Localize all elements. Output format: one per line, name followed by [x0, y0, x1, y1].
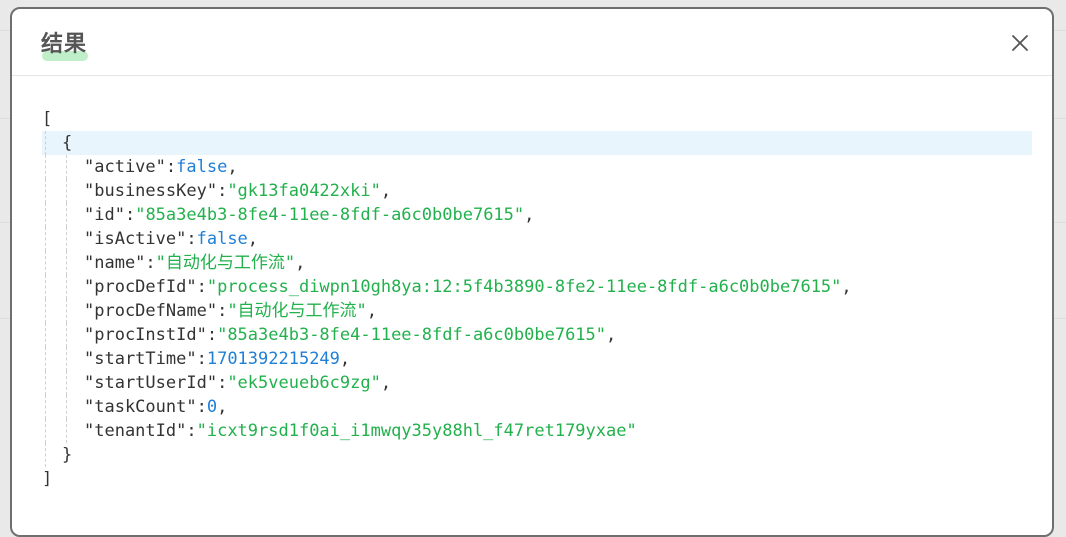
close-button[interactable]: [1008, 31, 1032, 55]
json-key: "procDefId": [84, 277, 197, 297]
json-colon: :: [124, 205, 136, 225]
json-key: "taskCount": [84, 397, 197, 417]
json-key: "procInstId": [84, 325, 207, 345]
json-value: false: [196, 229, 248, 249]
json-key: "active": [84, 157, 166, 177]
json-value: "自动化与工作流": [227, 301, 367, 321]
json-colon: :: [186, 421, 197, 441]
json-value: "gk13fa0422xki": [227, 181, 381, 201]
json-value: false: [176, 157, 228, 177]
json-key: "tenantId": [84, 421, 187, 441]
open-brace: {: [62, 133, 73, 153]
json-field-line: "startTime":1701392215249,: [42, 347, 1032, 371]
json-value: "ek5veueb6c9zg": [227, 373, 381, 393]
json-comma: ,: [366, 301, 378, 321]
json-comma: ,: [295, 253, 306, 273]
json-field-line: "active":false,: [42, 155, 1032, 179]
json-comma: ,: [524, 205, 535, 225]
json-key: "name": [84, 253, 146, 273]
json-colon: :: [165, 157, 177, 177]
json-field-line: "procDefId":"process_diwpn10gh8ya:12:5f4…: [42, 275, 1032, 299]
json-value: "85a3e4b3-8fe4-11ee-8fdf-a6c0b0be7615": [217, 325, 607, 345]
json-key: "id": [84, 205, 125, 225]
json-open-bracket-line: [: [42, 107, 1032, 131]
dialog-header: 结果: [12, 9, 1052, 76]
close-bracket: ]: [42, 469, 53, 489]
json-comma: ,: [380, 373, 392, 393]
json-key: "businessKey": [84, 181, 218, 201]
result-dialog: 结果 [ { "active":false, "businessKey":"gk1…: [10, 7, 1054, 537]
json-close-bracket-line: ]: [42, 467, 1032, 491]
json-colon: :: [186, 229, 197, 249]
json-comma: ,: [339, 349, 351, 369]
json-value: "自动化与工作流": [155, 253, 296, 273]
json-comma: ,: [380, 181, 392, 201]
json-comma: ,: [247, 229, 259, 249]
json-key: "isActive": [84, 229, 187, 249]
json-open-brace-line: {: [42, 131, 1032, 155]
json-comma: ,: [217, 397, 228, 417]
json-close-brace-line: }: [42, 443, 1032, 467]
json-colon: :: [196, 397, 207, 417]
json-colon: :: [145, 253, 156, 273]
json-comma: ,: [841, 277, 852, 297]
json-field-line: "startUserId":"ek5veueb6c9zg",: [42, 371, 1032, 395]
json-field-line: "tenantId":"icxt9rsd1f0ai_i1mwqy35y88hl_…: [42, 419, 1032, 443]
json-field-line: "name":"自动化与工作流",: [42, 251, 1032, 275]
json-field-line: "taskCount":0,: [42, 395, 1032, 419]
json-colon: :: [196, 277, 207, 297]
json-value: "85a3e4b3-8fe4-11ee-8fdf-a6c0b0be7615": [135, 205, 525, 225]
json-field-line: "procDefName":"自动化与工作流",: [42, 299, 1032, 323]
json-field-line: "id":"85a3e4b3-8fe4-11ee-8fdf-a6c0b0be76…: [42, 203, 1032, 227]
json-field-line: "procInstId":"85a3e4b3-8fe4-11ee-8fdf-a6…: [42, 323, 1032, 347]
json-colon: :: [217, 301, 228, 321]
json-viewer: [ { "active":false, "businessKey":"gk13fa…: [42, 107, 1032, 491]
json-field-line: "isActive":false,: [42, 227, 1032, 251]
json-value: 0: [206, 397, 218, 417]
json-colon: :: [217, 373, 228, 393]
json-fields: "active":false, "businessKey":"gk13fa0422…: [42, 155, 1032, 443]
close-icon: [1012, 35, 1028, 51]
json-key: "startUserId": [84, 373, 218, 393]
open-bracket: [: [42, 109, 53, 129]
json-colon: :: [196, 349, 207, 369]
json-field-line: "businessKey":"gk13fa0422xki",: [42, 179, 1032, 203]
dialog-title: 结果: [41, 32, 88, 57]
json-key: "startTime": [84, 349, 197, 369]
json-value: "process_diwpn10gh8ya:12:5f4b3890-8fe2-1…: [206, 277, 842, 297]
json-comma: ,: [227, 157, 238, 177]
json-value: "icxt9rsd1f0ai_i1mwqy35y88hl_f47ret179yx…: [196, 421, 637, 441]
json-comma: ,: [606, 325, 617, 345]
close-brace: }: [62, 445, 73, 465]
json-colon: :: [217, 181, 228, 201]
json-value: 1701392215249: [206, 349, 340, 369]
json-key: "procDefName": [84, 301, 218, 321]
json-colon: :: [206, 325, 218, 345]
